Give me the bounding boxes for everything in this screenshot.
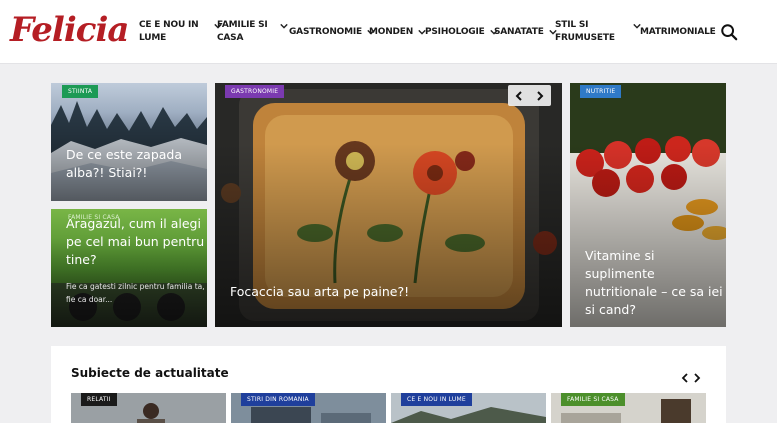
article-title[interactable]: De ce este zapada alba?! Stiai?!	[66, 146, 204, 182]
nav-item-monden[interactable]: MONDEN	[369, 0, 426, 64]
nav-item-stil-si-frumusete[interactable]: STIL SI FRUMUSETE	[555, 0, 641, 64]
title-line: De ce este zapada	[66, 147, 183, 162]
title-line: Aragazul, cum il alegi	[66, 216, 201, 231]
nav-item-psihologie[interactable]: PSIHOLOGIE	[425, 0, 498, 64]
category-badge[interactable]: RELATII	[81, 393, 117, 406]
category-badge[interactable]: STIRI DIN ROMANIA	[241, 393, 315, 406]
title-line: tine?	[66, 252, 97, 267]
nav-item-ce-e-nou-in-lume[interactable]: CE E NOU IN LUME	[139, 0, 223, 64]
nav-item-label: PSIHOLOGIE	[425, 26, 485, 37]
category-badge[interactable]: CE E NOU IN LUME	[401, 393, 472, 406]
title-line: nutritionale – ce sa iei	[585, 284, 723, 299]
topics-section: Subiecte de actualitate RELATII STIRI DI…	[51, 346, 726, 423]
nav-item-label: LUME	[139, 33, 167, 43]
nav-item-label: MATRIMONIALE	[640, 26, 716, 37]
chevron-right-icon[interactable]	[693, 373, 701, 383]
chevron-left-icon[interactable]	[681, 373, 689, 383]
nav-item-label: CE E NOU IN	[139, 20, 199, 30]
site-logo[interactable]: Felicia	[10, 8, 129, 52]
chevron-left-icon[interactable]	[514, 90, 524, 101]
site-header: Felicia CE E NOU IN LUME FAMILIE SI CASA G…	[0, 0, 777, 64]
featured-slider-controls	[508, 85, 551, 106]
category-badge[interactable]: STIINTA	[62, 85, 99, 98]
nav-item-label: GASTRONOMIE	[289, 26, 362, 37]
nav-item-sanatate[interactable]: SANATATE	[494, 0, 557, 64]
topic-card-ce-e-nou-in-lume[interactable]: CE E NOU IN LUME	[391, 393, 546, 423]
title-line: alba?! Stiai?!	[66, 165, 148, 180]
excerpt-line: Fie ca gatesti zilnic pentru familia ta,	[66, 282, 205, 291]
nav-item-matrimoniale[interactable]: MATRIMONIALE	[640, 0, 716, 64]
article-title[interactable]: Aragazul, cum il alegi pe cel mai bun pe…	[66, 215, 206, 269]
article-excerpt: Fie ca gatesti zilnic pentru familia ta,…	[66, 280, 206, 306]
topic-card-relatii[interactable]: RELATII	[71, 393, 226, 423]
nav-item-label: CASA	[217, 33, 244, 43]
nav-item-label: SANATATE	[494, 26, 544, 37]
section-title: Subiecte de actualitate	[71, 366, 229, 380]
nav-item-label: FRUMUSETE	[555, 33, 615, 43]
featured-card-zapada[interactable]: STIINTA De ce este zapada alba?! Stiai?!	[51, 83, 207, 201]
nav-item-familie-si-casa[interactable]: FAMILIE SI CASA	[217, 0, 288, 64]
featured-card-aragaz[interactable]: FAMILIE SI CASA Aragazul, cum il alegi p…	[51, 209, 207, 327]
article-title[interactable]: Focaccia sau arta pe paine?!	[230, 283, 530, 301]
nav-item-label: STIL SI	[555, 20, 589, 30]
title-line: si cand?	[585, 302, 636, 317]
search-icon[interactable]	[720, 23, 738, 41]
article-title[interactable]: Vitamine si suplimente nutritionale – ce…	[585, 247, 725, 319]
topics-slider-controls	[681, 373, 701, 383]
chevron-right-icon[interactable]	[535, 90, 545, 101]
excerpt-line: fie ca doar...	[66, 295, 113, 304]
category-badge[interactable]: NUTRITIE	[580, 85, 622, 98]
chevron-down-icon	[279, 23, 288, 29]
nav-item-label: FAMILIE SI	[217, 20, 268, 30]
featured-card-vitamine[interactable]: NUTRITIE Vitamine si suplimente nutritio…	[570, 83, 726, 327]
category-badge[interactable]: FAMILIE SI CASA	[561, 393, 625, 406]
topic-card-familie-si-casa[interactable]: FAMILIE SI CASA	[551, 393, 706, 423]
nav-item-label: MONDEN	[369, 26, 414, 37]
title-line: Vitamine si suplimente	[585, 248, 655, 281]
image-overlay	[51, 83, 207, 201]
topic-card-stiri-din-romania[interactable]: STIRI DIN ROMANIA	[231, 393, 386, 423]
nav-item-gastronomie[interactable]: GASTRONOMIE	[289, 0, 375, 64]
featured-card-focaccia[interactable]: GASTRONOMIE Focaccia sau arta pe paine?!	[215, 83, 562, 327]
category-badge[interactable]: GASTRONOMIE	[225, 85, 285, 98]
title-line: pe cel mai bun pentru	[66, 234, 205, 249]
